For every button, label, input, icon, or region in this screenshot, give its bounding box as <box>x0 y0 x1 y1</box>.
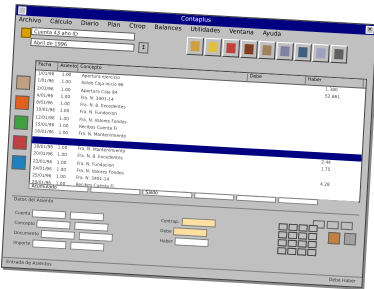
status-left: Entrada de Asientos <box>6 259 52 268</box>
field-input[interactable] <box>78 231 113 242</box>
key-button[interactable] <box>298 224 308 232</box>
disk-icon[interactable] <box>293 42 312 62</box>
system-menu-button[interactable] <box>18 6 27 15</box>
field-label: Cuenta <box>14 210 31 217</box>
date-field[interactable]: Abril de 1996 <box>30 37 135 52</box>
status-right: Debe Haber <box>328 278 356 285</box>
col-header[interactable]: Asiento <box>58 62 79 72</box>
menu-utilidades[interactable]: Utilidades <box>190 26 220 35</box>
key-button[interactable] <box>297 248 307 256</box>
key-button[interactable] <box>307 248 317 257</box>
calculator-keypad <box>277 223 323 259</box>
field-input[interactable] <box>32 209 67 220</box>
field-label: Importe <box>13 240 31 247</box>
screenshot-stage: Contaplus × Archivo Cálculo Diario Plan … <box>0 0 374 289</box>
key-button[interactable] <box>297 240 307 248</box>
field-input[interactable] <box>70 211 105 222</box>
menu-ctrop[interactable]: Ctrop <box>129 22 146 30</box>
key-button[interactable] <box>287 239 297 248</box>
grid-body: 1/01/96 1.00 Apertura ejercicio 1.380 1/01/9… <box>29 70 365 202</box>
field-label: Debe <box>160 229 172 235</box>
chart-icon[interactable] <box>14 95 30 110</box>
printer-icon[interactable] <box>275 41 294 61</box>
field-input[interactable] <box>173 227 208 238</box>
account-icon <box>20 27 32 38</box>
key-button[interactable] <box>287 231 298 240</box>
date-spin-button[interactable]: ↕ <box>138 42 149 54</box>
stack-icon[interactable] <box>12 135 28 150</box>
field-input[interactable] <box>32 239 67 250</box>
field-row: Debe <box>160 227 210 238</box>
key-button[interactable] <box>297 232 308 240</box>
window-title: Contaplus <box>180 15 212 25</box>
folder-icon[interactable] <box>186 36 205 56</box>
field-label: Contrap. <box>160 219 180 226</box>
cancel-icon[interactable] <box>343 232 357 246</box>
key-button[interactable] <box>277 231 288 239</box>
menu-ayuda[interactable]: Ayuda <box>262 30 281 38</box>
key-button[interactable] <box>307 240 317 249</box>
globe-icon[interactable] <box>11 155 27 170</box>
pen-icon[interactable] <box>15 75 31 91</box>
key-button[interactable] <box>277 247 287 255</box>
panel-button[interactable] <box>326 220 340 230</box>
menu-calculo[interactable]: Cálculo <box>50 18 72 26</box>
app-window: Contaplus × Archivo Cálculo Diario Plan … <box>0 4 374 288</box>
key-button[interactable] <box>278 223 288 231</box>
field-row: Contrap. <box>160 217 218 228</box>
key-button[interactable] <box>287 247 297 256</box>
panel-button[interactable] <box>340 221 353 231</box>
help-icon[interactable] <box>329 44 348 64</box>
scales-icon[interactable] <box>222 38 241 58</box>
key-button[interactable] <box>308 224 318 233</box>
key-button[interactable] <box>288 223 298 232</box>
cards-icon[interactable] <box>13 115 29 130</box>
close-button[interactable]: × <box>365 25 374 35</box>
menu-balances[interactable]: Balances <box>154 24 181 32</box>
field-label: Haber <box>159 239 173 245</box>
menu-diario[interactable]: Diario <box>81 20 99 28</box>
totals-cell <box>277 197 319 206</box>
key-button[interactable] <box>307 232 318 241</box>
clipboard-icon[interactable] <box>257 40 276 60</box>
field-input[interactable] <box>181 217 216 228</box>
entries-grid[interactable]: Fecha Asiento ConceptoDebeHaber 1/01/96 1.0… <box>28 60 368 203</box>
field-label: Documento <box>13 230 39 238</box>
col-header[interactable]: Fecha <box>36 61 59 71</box>
accept-icon[interactable] <box>327 231 341 245</box>
field-input[interactable] <box>74 221 109 232</box>
field-input[interactable] <box>36 219 72 230</box>
menu-ventana[interactable]: Ventana <box>229 28 254 36</box>
field-input[interactable] <box>40 229 75 240</box>
menu-plan[interactable]: Plan <box>107 21 120 29</box>
field-label: Concepto <box>14 220 35 228</box>
field-row: Haber <box>159 237 211 248</box>
document-icon[interactable] <box>311 43 330 63</box>
book-icon[interactable] <box>240 39 258 59</box>
key-button[interactable] <box>277 239 287 247</box>
lock-icon[interactable] <box>204 37 223 57</box>
totals-cell <box>236 194 277 203</box>
menu-archivo[interactable]: Archivo <box>19 16 42 24</box>
field-input[interactable] <box>69 241 105 252</box>
field-input[interactable] <box>174 237 209 248</box>
totals-cell <box>194 192 235 201</box>
